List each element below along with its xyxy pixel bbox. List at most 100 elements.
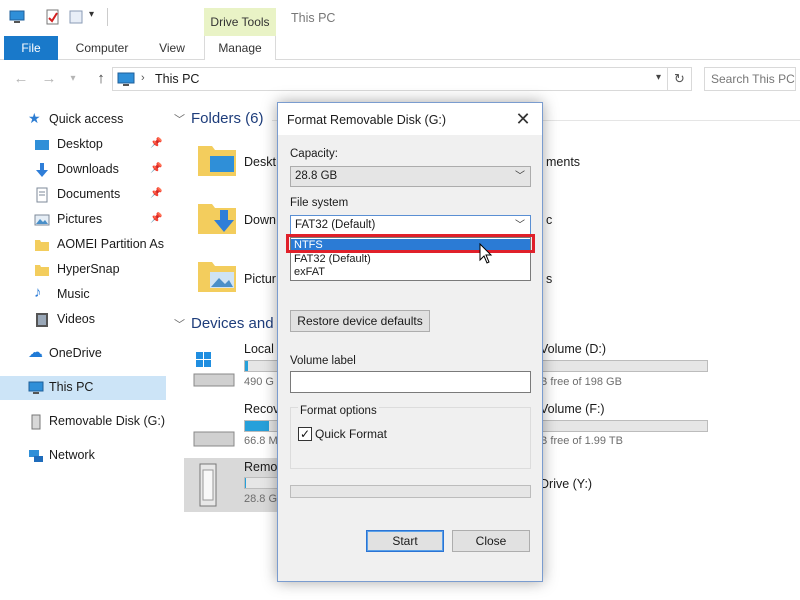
tab-file[interactable]: File bbox=[4, 36, 58, 60]
nav-network[interactable]: Network bbox=[0, 444, 166, 468]
folder-music-label[interactable]: c bbox=[546, 213, 552, 227]
nav-item-aomei[interactable]: AOMEI Partition As bbox=[0, 233, 166, 257]
volume-label-label: Volume label bbox=[290, 355, 356, 367]
forward-arrow-icon[interactable]: → bbox=[40, 70, 58, 88]
desktop-folder-icon bbox=[198, 146, 236, 176]
dialog-title: Format Removable Disk (G:) bbox=[287, 113, 447, 127]
capacity-label: Capacity: bbox=[290, 148, 338, 160]
new-folder-icon[interactable] bbox=[68, 9, 84, 25]
drive-removable-label[interactable]: Remo bbox=[244, 460, 277, 474]
chevron-down-icon: ﹀ bbox=[174, 114, 185, 126]
pin-icon[interactable]: 📌 bbox=[150, 163, 162, 174]
refresh-icon[interactable]: ↻ bbox=[668, 67, 692, 91]
chevron-down-icon: ﹀ bbox=[515, 220, 525, 231]
tab-computer[interactable]: Computer bbox=[66, 36, 138, 60]
desktop-icon bbox=[35, 140, 49, 150]
file-system-label: File system bbox=[290, 197, 349, 209]
tab-manage[interactable]: Manage bbox=[204, 36, 276, 61]
breadcrumb-this-pc[interactable]: This PC bbox=[155, 72, 199, 86]
downloads-folder-icon bbox=[198, 204, 236, 234]
file-system-select[interactable]: FAT32 (Default) ﹀ bbox=[290, 215, 531, 236]
drive-d-free: B free of 198 GB bbox=[540, 376, 622, 388]
folder-desktop-label[interactable]: Deskt bbox=[244, 155, 276, 169]
capacity-select[interactable]: 28.8 GB ﹀ bbox=[290, 166, 531, 187]
quick-format-checkbox[interactable]: ✓ bbox=[298, 427, 312, 441]
drive-recovery-label[interactable]: Recov bbox=[244, 402, 279, 416]
ntfs-highlight-outline bbox=[286, 234, 535, 253]
address-bar[interactable]: › This PC ▾ bbox=[112, 67, 668, 91]
star-icon: ★ bbox=[28, 110, 41, 126]
up-arrow-icon[interactable]: ↑ bbox=[92, 70, 110, 88]
nav-item-downloads[interactable]: Downloads 📌 bbox=[0, 158, 166, 182]
document-icon bbox=[36, 187, 48, 203]
folder-icon bbox=[35, 240, 49, 251]
video-icon bbox=[36, 313, 48, 327]
search-input[interactable]: Search This PC bbox=[704, 67, 796, 91]
address-row: ← → ▾ ↑ › This PC ▾ ↻ Search This PC bbox=[0, 60, 800, 98]
nav-quick-access[interactable]: ★ Quick access bbox=[0, 108, 166, 132]
drive-recovery-usage-bar bbox=[244, 420, 280, 432]
mouse-cursor-icon bbox=[479, 243, 493, 264]
format-options-label: Format options bbox=[298, 405, 379, 417]
volume-label-input[interactable] bbox=[290, 371, 531, 393]
drive-f-usage-bar bbox=[540, 420, 708, 432]
pin-icon[interactable]: 📌 bbox=[150, 188, 162, 199]
start-button[interactable]: Start bbox=[366, 530, 444, 552]
title-bar: ▾ Drive Tools This PC bbox=[0, 0, 800, 36]
folder-downloads-label[interactable]: Down bbox=[244, 213, 276, 227]
folder-documents-label[interactable]: ments bbox=[546, 155, 580, 169]
nav-removable-disk[interactable]: Removable Disk (G:) bbox=[0, 410, 166, 434]
close-button[interactable]: Close bbox=[452, 530, 530, 552]
hard-drive-icon bbox=[193, 431, 235, 447]
restore-defaults-button[interactable]: Restore device defaults bbox=[290, 310, 430, 332]
back-arrow-icon[interactable]: ← bbox=[12, 70, 30, 88]
navigation-pane: ★ Quick access Desktop 📌 Downloads 📌 Doc… bbox=[0, 100, 166, 600]
folder-videos-label[interactable]: s bbox=[546, 272, 552, 286]
this-pc-icon bbox=[28, 381, 44, 394]
drive-f-free: B free of 1.99 TB bbox=[540, 435, 623, 447]
breadcrumb-separator-icon: › bbox=[141, 72, 145, 84]
drive-removable-size: 28.8 G bbox=[244, 493, 278, 505]
network-icon bbox=[29, 450, 43, 462]
recent-locations-chevron-icon[interactable]: ▾ bbox=[64, 70, 82, 88]
properties-icon[interactable] bbox=[45, 9, 61, 25]
pin-icon[interactable]: 📌 bbox=[150, 213, 162, 224]
drive-local-usage-bar bbox=[244, 360, 280, 372]
pictures-icon bbox=[34, 214, 50, 226]
close-icon[interactable]: ✕ bbox=[512, 108, 534, 130]
folder-pictures-label[interactable]: Pictur bbox=[244, 272, 276, 286]
drive-recovery-size: 66.8 M bbox=[244, 435, 278, 447]
nav-item-videos[interactable]: Videos bbox=[0, 308, 166, 332]
nav-onedrive[interactable]: ☁ OneDrive bbox=[0, 342, 166, 366]
music-note-icon: ♪ bbox=[34, 284, 42, 301]
pin-icon[interactable]: 📌 bbox=[150, 138, 162, 149]
nav-item-documents[interactable]: Documents 📌 bbox=[0, 183, 166, 207]
chevron-down-icon: ﹀ bbox=[174, 319, 185, 331]
dialog-title-bar: Format Removable Disk (G:) ✕ bbox=[278, 103, 542, 135]
nav-item-hypersnap[interactable]: HyperSnap bbox=[0, 258, 166, 282]
devices-group-header[interactable]: ﹀ Devices and bbox=[174, 315, 274, 332]
window-title: This PC bbox=[291, 11, 336, 25]
tab-view[interactable]: View bbox=[150, 36, 194, 60]
option-fat32[interactable]: FAT32 (Default) bbox=[291, 253, 530, 265]
drive-local-label[interactable]: Local bbox=[244, 342, 274, 356]
nav-item-desktop[interactable]: Desktop 📌 bbox=[0, 133, 166, 157]
drive-local-size: 490 G bbox=[244, 376, 274, 388]
cloud-icon: ☁ bbox=[28, 344, 43, 361]
drive-f-label[interactable]: Volume (F:) bbox=[540, 402, 605, 416]
drive-y-label[interactable]: Drive (Y:) bbox=[540, 477, 592, 491]
nav-this-pc[interactable]: This PC bbox=[0, 376, 166, 400]
option-exfat[interactable]: exFAT bbox=[291, 266, 530, 278]
address-dropdown-chevron-icon[interactable]: ▾ bbox=[656, 72, 661, 83]
format-progress-bar bbox=[290, 485, 531, 498]
ribbon-tabs: File Computer View Manage bbox=[0, 36, 800, 61]
nav-item-pictures[interactable]: Pictures 📌 bbox=[0, 208, 166, 232]
drive-d-label[interactable]: Volume (D:) bbox=[540, 342, 606, 356]
drive-tools-context-tab[interactable]: Drive Tools bbox=[204, 8, 276, 36]
folders-group-header[interactable]: ﹀ Folders (6) bbox=[174, 110, 264, 127]
drive-d-usage-bar bbox=[540, 360, 708, 372]
quick-format-label[interactable]: Quick Format bbox=[315, 427, 387, 441]
nav-item-music[interactable]: ♪ Music bbox=[0, 283, 166, 307]
customize-qat-icon[interactable]: ▾ bbox=[89, 9, 105, 25]
removable-disk-icon bbox=[199, 463, 217, 507]
